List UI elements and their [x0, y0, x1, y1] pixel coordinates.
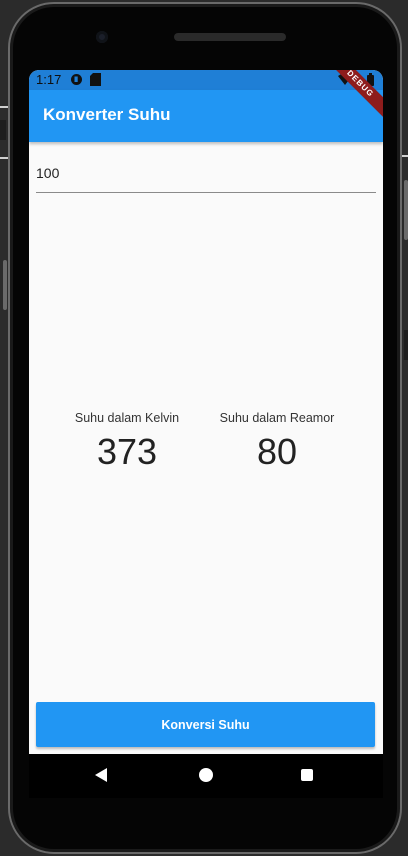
- earpiece-speaker: [174, 33, 286, 41]
- sd-card-icon: [90, 73, 101, 90]
- back-icon[interactable]: [95, 768, 107, 782]
- reamor-result: Suhu dalam Reamor 80: [202, 411, 352, 473]
- celsius-input[interactable]: [36, 156, 376, 190]
- app-screen: 1:17 Konverter Suhu DEBUG Suhu dalam Kel…: [29, 70, 383, 754]
- page-title: Konverter Suhu: [43, 105, 171, 124]
- app-bar: Konverter Suhu: [29, 90, 383, 142]
- reamor-label: Suhu dalam Reamor: [219, 411, 335, 425]
- kelvin-label: Suhu dalam Kelvin: [74, 411, 180, 425]
- status-bar: 1:17: [29, 70, 383, 90]
- home-icon[interactable]: [199, 768, 213, 782]
- reamor-value: 80: [256, 431, 298, 472]
- kelvin-result: Suhu dalam Kelvin 373: [52, 411, 202, 473]
- status-time: 1:17: [36, 72, 62, 87]
- volume-button: [3, 260, 7, 310]
- front-camera: [96, 31, 108, 43]
- recent-apps-icon[interactable]: [301, 769, 313, 781]
- editor-edge: [0, 120, 6, 140]
- android-nav-bar: [29, 754, 383, 798]
- kelvin-value: 373: [96, 431, 158, 472]
- temperature-input-container: [36, 156, 376, 193]
- data-saver-icon: [70, 73, 83, 90]
- editor-edge: [404, 330, 408, 360]
- convert-button[interactable]: Konversi Suhu: [36, 702, 375, 747]
- power-button: [404, 180, 408, 240]
- emulator-stage: 1:17 Konverter Suhu DEBUG Suhu dalam Kel…: [0, 0, 408, 856]
